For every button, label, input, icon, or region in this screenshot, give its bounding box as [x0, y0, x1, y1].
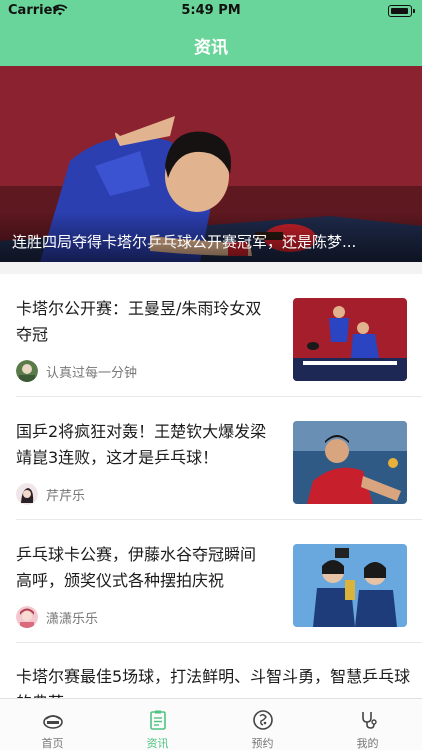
tab-home[interactable]: 首页	[0, 699, 105, 750]
hero-banner[interactable]: 连胜四局夺得卡塔尔乒乓球公开赛冠军，还是陈梦...	[0, 66, 422, 262]
article-author: 芹芹乐	[16, 482, 85, 506]
hero-caption: 连胜四局夺得卡塔尔乒乓球公开赛冠军，还是陈梦...	[12, 233, 357, 251]
section-divider	[0, 262, 422, 274]
tab-bar: 首页 资讯 预约 我的	[0, 698, 422, 750]
tab-booking[interactable]: 预约	[210, 699, 315, 750]
news-icon	[150, 710, 166, 730]
booking-icon	[253, 710, 273, 730]
tab-news[interactable]: 资讯	[105, 699, 210, 750]
page-title: 资讯	[194, 38, 228, 58]
article-author: 认真过每一分钟	[16, 359, 137, 383]
profile-icon	[362, 712, 377, 729]
battery-icon	[388, 5, 415, 17]
tab-label: 首页	[41, 737, 64, 750]
tab-label: 资讯	[146, 737, 169, 750]
nav-bar: 资讯	[0, 22, 422, 66]
author-name: 潇潇乐乐	[46, 611, 99, 627]
tab-label: 预约	[251, 737, 274, 750]
article-thumbnail	[293, 544, 407, 627]
article-item[interactable]: 国乒2将疯狂对轰！王楚钦大爆发梁靖崑3连败，这才是乒乓球！ 芹芹乐	[0, 397, 422, 520]
status-bar: Carrier 5:49 PM	[0, 0, 422, 22]
article-title: 国乒2将疯狂对轰！王楚钦大爆发梁靖崑3连败，这才是乒乓球！	[16, 422, 267, 467]
article-thumbnail	[293, 298, 407, 381]
article-title: 卡塔尔公开赛：王曼昱/朱雨玲女双夺冠	[16, 299, 262, 344]
article-item[interactable]: 乒乓球卡公赛，伊藤水谷夺冠瞬间高呼，颁奖仪式各种摆拍庆祝 潇潇乐乐	[0, 520, 422, 643]
article-title: 乒乓球卡公赛，伊藤水谷夺冠瞬间高呼，颁奖仪式各种摆拍庆祝	[16, 545, 257, 590]
article-item[interactable]: 卡塔尔公开赛：王曼昱/朱雨玲女双夺冠 认真过每一分钟	[0, 274, 422, 397]
avatar	[16, 483, 38, 505]
avatar	[16, 360, 38, 382]
row-divider	[16, 642, 422, 643]
article-author: 潇潇乐乐	[16, 605, 98, 629]
home-icon	[43, 715, 63, 729]
author-name: 认真过每一分钟	[46, 365, 138, 381]
article-thumbnail	[293, 421, 407, 504]
author-name: 芹芹乐	[46, 488, 86, 504]
avatar	[16, 606, 38, 628]
clock: 5:49 PM	[181, 3, 241, 18]
tab-profile[interactable]: 我的	[315, 699, 420, 750]
tab-label: 我的	[356, 737, 379, 750]
